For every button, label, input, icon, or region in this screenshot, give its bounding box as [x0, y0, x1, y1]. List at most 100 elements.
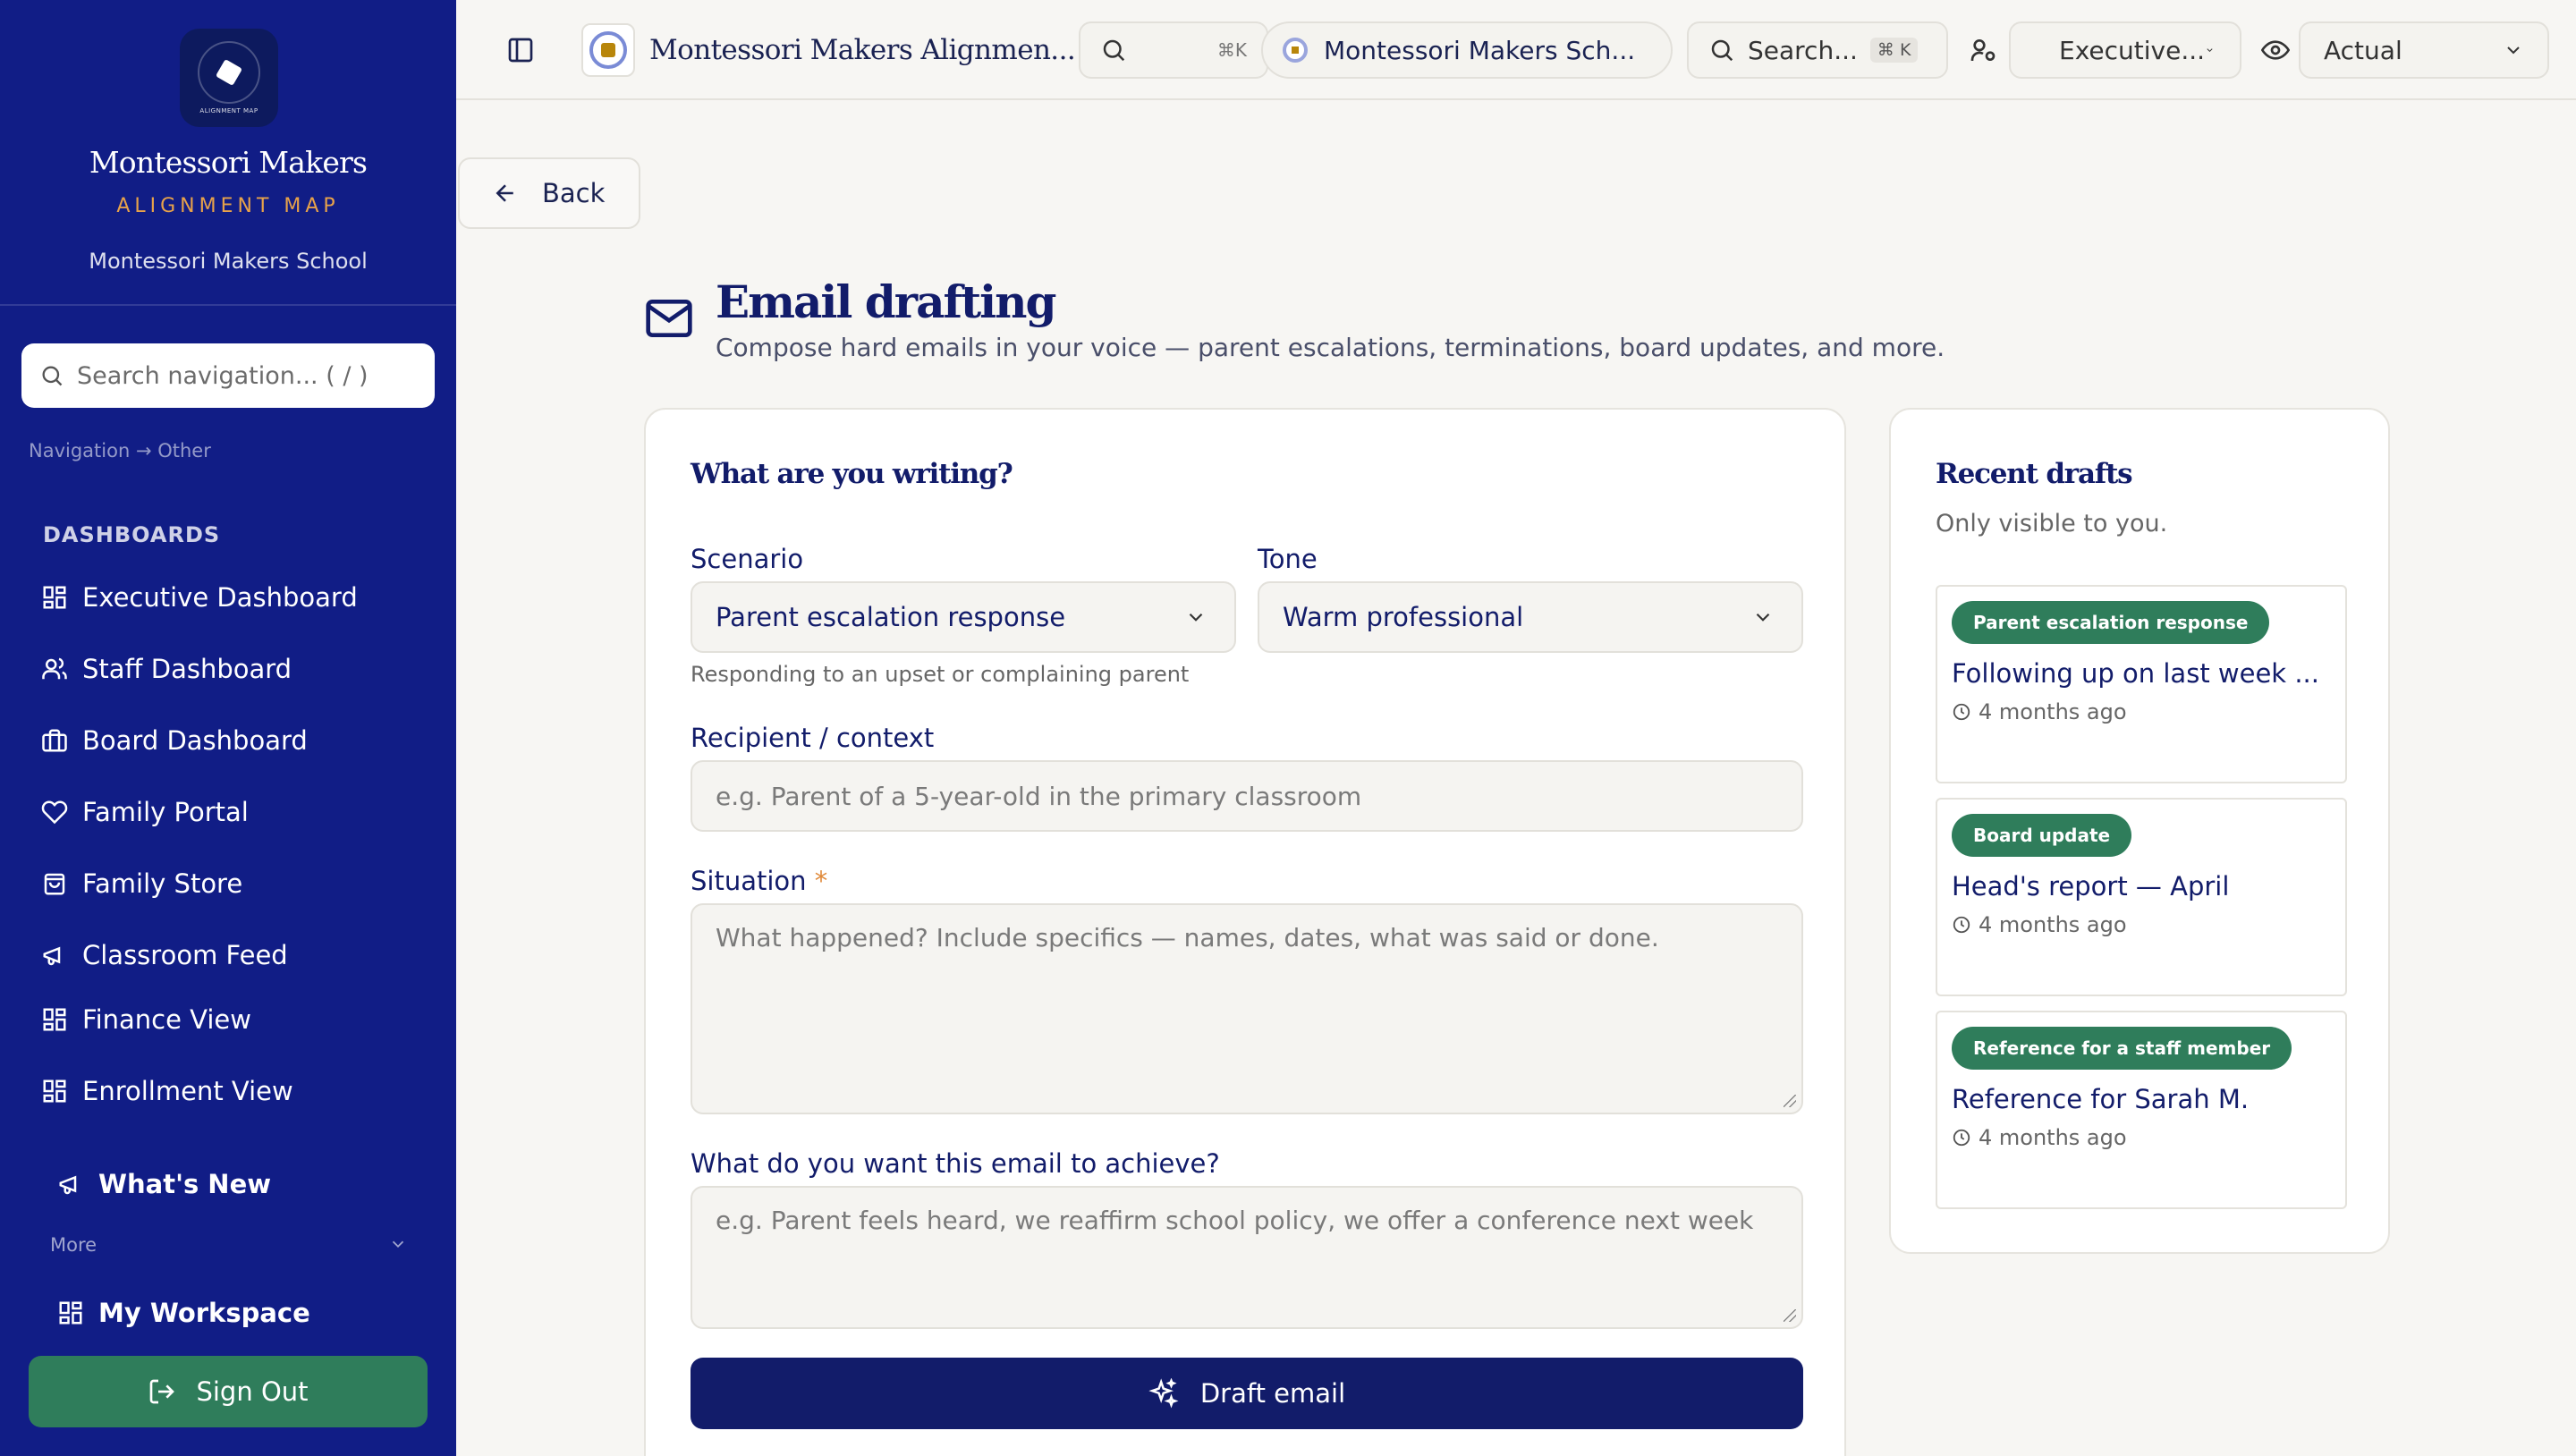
page-title: Email drafting — [716, 275, 1056, 328]
recipient-placeholder: e.g. Parent of a 5-year-old in the prima… — [716, 781, 1362, 811]
logo-text: ALIGNMENT MAP — [199, 107, 258, 114]
scenario-badge: Parent escalation response — [1952, 601, 2270, 644]
scenario-hint: Responding to an upset or complaining pa… — [691, 662, 1190, 687]
resize-handle[interactable] — [1784, 1309, 1796, 1322]
app-title: Montessori Makers Alignmen... — [649, 34, 1076, 66]
situation-placeholder: What happened? Include specifics — names… — [716, 923, 1659, 952]
sidebar-item-family-store[interactable]: Family Store — [23, 857, 435, 910]
sidebar-item-staff-dashboard[interactable]: Staff Dashboard — [23, 642, 435, 696]
page-subtitle: Compose hard emails in your voice — pare… — [716, 333, 1945, 362]
draft-timestamp: 4 months ago — [1952, 1125, 2127, 1150]
draft-list-item[interactable]: Parent escalation response Following up … — [1936, 585, 2347, 783]
sidebar-item-finance-view[interactable]: Finance View — [23, 993, 435, 1046]
school-logo[interactable]: ALIGNMENT MAP — [180, 29, 278, 127]
resize-handle[interactable] — [1784, 1095, 1796, 1107]
scenario-badge: Reference for a staff member — [1952, 1027, 2292, 1070]
clock-icon — [1953, 1129, 1970, 1147]
toggle-sidebar-button[interactable] — [494, 21, 547, 79]
view-selector-label: Actual — [2324, 35, 2402, 65]
briefcase-icon — [42, 729, 67, 752]
recipient-label: Recipient / context — [691, 723, 935, 753]
sidebar-item-enrollment-view[interactable]: Enrollment View — [23, 1064, 435, 1118]
recent-drafts-heading: Recent drafts — [1936, 458, 2133, 490]
quick-search-button[interactable]: ⌘K — [1079, 21, 1268, 79]
sidebar: ALIGNMENT MAP Montessori Makers ALIGNMEN… — [0, 0, 456, 1456]
view-mode-button[interactable] — [2250, 21, 2301, 79]
switch-user-button[interactable] — [1959, 21, 2007, 79]
situation-label-text: Situation — [691, 866, 807, 896]
users-icon — [42, 657, 67, 680]
draft-time-text: 4 months ago — [1979, 912, 2127, 937]
scenario-select[interactable]: Parent escalation response — [691, 581, 1236, 653]
back-button[interactable]: Back — [458, 157, 640, 229]
sidebar-item-label: Finance View — [82, 1004, 251, 1035]
search-icon — [1103, 39, 1125, 62]
sidebar-item-label: Family Store — [82, 868, 243, 899]
logout-icon — [150, 1379, 175, 1404]
quick-search-shortcut: ⌘K — [1216, 39, 1247, 61]
sidebar-item-whats-new[interactable]: What's New — [23, 1157, 435, 1211]
situation-textarea[interactable]: What happened? Include specifics — names… — [691, 903, 1803, 1114]
app-title-link[interactable]: Montessori Makers Alignmen... — [581, 21, 1076, 79]
tone-label: Tone — [1258, 544, 1318, 574]
app-logo-icon — [581, 23, 635, 77]
draft-email-button[interactable]: Draft email — [691, 1358, 1803, 1429]
recent-drafts-card: Recent drafts Only visible to you. Paren… — [1889, 408, 2390, 1254]
sidebar-item-label: My Workspace — [98, 1298, 310, 1328]
heart-icon — [41, 800, 68, 825]
tone-select[interactable]: Warm professional — [1258, 581, 1803, 653]
more-label: More — [50, 1234, 97, 1256]
more-section-toggle[interactable]: More — [50, 1234, 408, 1256]
sign-out-button[interactable]: Sign Out — [29, 1356, 428, 1427]
back-label: Back — [542, 178, 606, 208]
draft-list-item[interactable]: Reference for a staff member Reference f… — [1936, 1011, 2347, 1209]
goal-textarea[interactable]: e.g. Parent feels heard, we reaffirm sch… — [691, 1186, 1803, 1329]
arrow-left-icon — [496, 184, 513, 202]
sidebar-item-executive-dashboard[interactable]: Executive Dashboard — [23, 571, 435, 624]
search-icon — [42, 366, 63, 386]
draft-timestamp: 4 months ago — [1952, 699, 2127, 724]
email-form-card: What are you writing? Scenario Parent es… — [644, 408, 1846, 1456]
brand-header: ALIGNMENT MAP Montessori Makers ALIGNMEN… — [0, 0, 456, 306]
sidebar-item-board-dashboard[interactable]: Board Dashboard — [23, 714, 435, 767]
nav-search-input[interactable] — [77, 361, 417, 390]
logo-ring — [198, 41, 260, 104]
role-selector[interactable]: Executive... — [2009, 21, 2241, 79]
sidebar-item-label: Family Portal — [82, 797, 249, 827]
brand-subtitle: ALIGNMENT MAP — [116, 195, 340, 217]
grid-icon — [43, 1008, 66, 1031]
sidebar-item-label: Board Dashboard — [82, 725, 308, 756]
megaphone-icon — [59, 1175, 77, 1195]
grid-icon — [43, 1079, 66, 1103]
goal-label: What do you want this email to achieve? — [691, 1148, 1220, 1179]
clock-icon — [1953, 703, 1970, 721]
user-switch-icon — [1970, 39, 1996, 61]
top-bar: Montessori Makers Alignmen... ⌘K Montess… — [456, 0, 2576, 100]
scenario-value: Parent escalation response — [716, 602, 1066, 632]
brand-name: Montessori Makers — [89, 145, 368, 180]
school-selector[interactable]: Montessori Makers Sch... — [1261, 21, 1673, 79]
chevron-down-icon — [2207, 48, 2213, 53]
sidebar-item-my-workspace[interactable]: My Workspace — [23, 1286, 435, 1340]
chevron-down-icon — [2507, 47, 2520, 55]
sidebar-item-classroom-feed[interactable]: Classroom Feed — [23, 928, 435, 982]
nav-search-box[interactable] — [21, 343, 435, 408]
sidebar-item-family-portal[interactable]: Family Portal — [23, 785, 435, 839]
draft-list-item[interactable]: Board update Head's report — April 4 mon… — [1936, 798, 2347, 996]
mail-icon — [646, 300, 692, 337]
tone-value: Warm professional — [1283, 602, 1524, 632]
grid-icon — [59, 1301, 82, 1325]
sidebar-item-label: Enrollment View — [82, 1076, 293, 1106]
school-name: Montessori Makers School — [89, 249, 368, 274]
draft-title: Head's report — April — [1952, 871, 2230, 902]
chevron-down-icon — [1756, 613, 1770, 622]
shopping-bag-icon — [44, 873, 65, 895]
sidebar-item-label: What's New — [98, 1169, 272, 1199]
recipient-input[interactable]: e.g. Parent of a 5-year-old in the prima… — [691, 760, 1803, 832]
sidebar-toggle-icon — [508, 38, 533, 63]
view-selector[interactable]: Actual — [2299, 21, 2549, 79]
sign-out-label: Sign Out — [196, 1376, 309, 1407]
draft-time-text: 4 months ago — [1979, 1125, 2127, 1150]
search-icon — [1711, 39, 1733, 62]
global-search-button[interactable]: Search... ⌘ K — [1687, 21, 1948, 79]
